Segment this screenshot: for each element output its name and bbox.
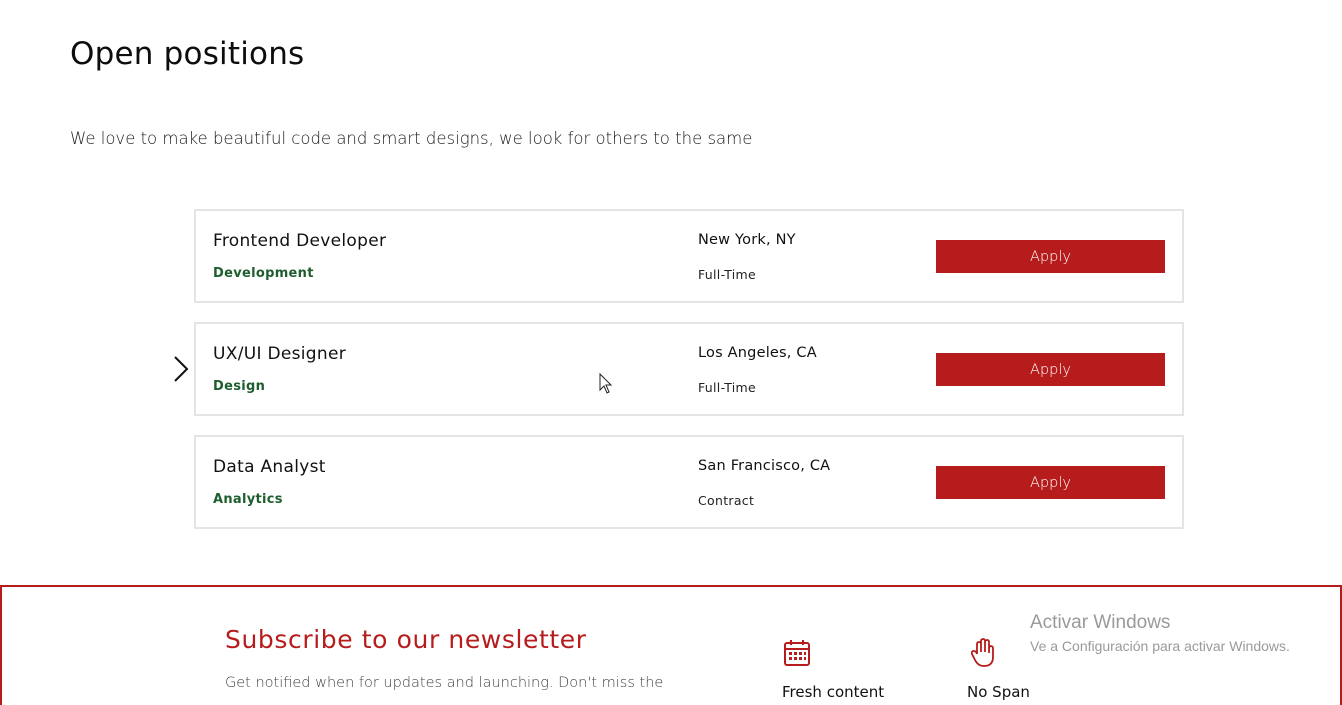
job-card-ux-ui-designer: UX/UI Designer Design Los Angeles, CA Fu… [194, 322, 1184, 416]
job-department: Development [213, 266, 314, 281]
job-title: UX/UI Designer [213, 344, 347, 364]
apply-button[interactable]: Apply [936, 240, 1165, 273]
hand-icon [970, 638, 994, 667]
newsletter-title: Subscribe to our newsletter [225, 625, 587, 654]
job-title: Frontend Developer [213, 231, 387, 251]
job-department: Design [213, 379, 266, 394]
job-card-data-analyst: Data Analyst Analytics San Francisco, CA… [194, 435, 1184, 529]
windows-activation-title: Activar Windows [1030, 612, 1171, 633]
job-card-frontend-developer: Frontend Developer Development New York,… [194, 209, 1184, 303]
job-type: Full-Time [698, 380, 757, 395]
job-location: New York, NY [698, 232, 796, 248]
job-location: San Francisco, CA [698, 458, 831, 474]
windows-activation-subtitle: Ve a Configuración para activar Windows. [1030, 638, 1290, 654]
mouse-cursor-icon [599, 373, 613, 394]
apply-button[interactable]: Apply [936, 353, 1165, 386]
job-type: Full-Time [698, 267, 757, 282]
page-intro: We love to make beautiful code and smart… [70, 129, 753, 148]
job-department: Analytics [213, 492, 283, 507]
job-type: Contract [698, 493, 755, 508]
calendar-icon [784, 640, 810, 666]
feature-label: Fresh content [782, 683, 885, 701]
newsletter-description: Get notified when for updates and launch… [225, 675, 664, 691]
apply-button[interactable]: Apply [936, 466, 1165, 499]
job-location: Los Angeles, CA [698, 345, 817, 361]
job-list: Frontend Developer Development New York,… [194, 209, 1184, 548]
feature-label: No Span [967, 683, 1030, 701]
chevron-right-icon [174, 356, 189, 382]
job-title: Data Analyst [213, 457, 326, 477]
page-title: Open positions [70, 36, 305, 72]
